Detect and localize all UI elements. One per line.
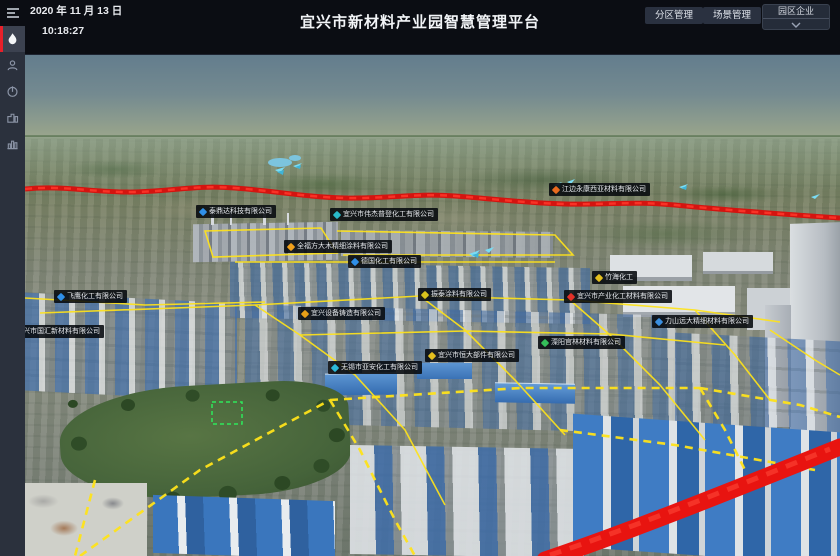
sidebar-item-enterprise[interactable]: [0, 104, 25, 130]
company-label-text: 泰鼎达科技有限公司: [209, 208, 272, 215]
time-text: 10:18:27: [42, 26, 122, 37]
company-label[interactable]: 全福方大木精细涂料有限公司: [284, 240, 392, 253]
park-enterprise-dropdown-label: 园区企业: [763, 5, 829, 19]
left-toolbar: [0, 0, 25, 556]
company-marker-icon: [287, 242, 295, 250]
company-label-text: 江边永康西亚材料有限公司: [562, 186, 646, 193]
highlighted-route-near-dashes: [550, 449, 830, 555]
company-label[interactable]: 宜兴市产业化工材料有限公司: [564, 290, 672, 303]
company-label[interactable]: 江边永康西亚材料有限公司: [549, 183, 650, 196]
company-label-text: 德国化工有限公司: [361, 258, 417, 265]
company-label-text: 兴市国汇新材料有限公司: [25, 328, 100, 335]
company-marker-icon: [655, 317, 663, 325]
factory-icon: [6, 111, 19, 124]
menu-icon: [6, 7, 20, 19]
company-label[interactable]: 宜兴设备铸造有限公司: [298, 307, 385, 320]
company-label-text: 竹海化工: [605, 274, 633, 281]
cyan-marker: [275, 167, 285, 175]
company-label-text: 振泰涂料有限公司: [431, 291, 487, 298]
company-label[interactable]: 振泰涂料有限公司: [418, 288, 491, 301]
company-label-text: 无锡市亚安化工有限公司: [341, 364, 418, 371]
menu-toggle-button[interactable]: [0, 0, 25, 26]
company-label[interactable]: 无锡市亚安化工有限公司: [328, 361, 422, 374]
chevron-down-icon: [763, 19, 829, 30]
bar-chart-icon: [6, 137, 19, 150]
company-label-text: 力山远大精细材料有限公司: [665, 318, 749, 325]
smart-park-platform: 2020 年 11 月 13 日 10:18:27 宜兴市新材料产业园智慧管理平…: [0, 0, 840, 556]
company-label-text: 飞鹰化工有限公司: [67, 293, 123, 300]
sidebar-item-fire[interactable]: [0, 26, 25, 52]
company-label-text: 宜兴市恒大部件有限公司: [438, 352, 515, 359]
company-label[interactable]: 德国化工有限公司: [348, 255, 421, 268]
roads-overlay: [25, 55, 840, 556]
company-label[interactable]: 泰鼎达科技有限公司: [196, 205, 276, 218]
cyan-marker: [485, 247, 494, 253]
company-marker-icon: [421, 290, 429, 298]
cyan-marker: [811, 194, 820, 199]
company-marker-icon: [552, 185, 560, 193]
company-label[interactable]: 竹海化工: [592, 271, 637, 284]
flame-icon: [6, 32, 19, 46]
map-3d-view[interactable]: 泰鼎达科技有限公司 宜兴市伟杰普登化工有限公司 全福方大木精细涂料有限公司 德国…: [25, 55, 840, 556]
park-enterprise-dropdown[interactable]: 园区企业: [762, 4, 830, 30]
cyan-marker: [679, 184, 688, 190]
company-marker-icon: [333, 210, 341, 218]
date-text: 2020 年 11 月 13 日: [30, 6, 122, 17]
company-label-text: 溧阳官林材料有限公司: [551, 339, 621, 346]
selection-box: [212, 402, 242, 424]
company-marker-icon: [567, 292, 575, 300]
company-marker-icon: [351, 257, 359, 265]
cyan-marker: [469, 250, 480, 258]
company-label[interactable]: 宜兴市伟杰普登化工有限公司: [330, 208, 438, 221]
sidebar-item-personnel[interactable]: [0, 52, 25, 78]
company-label[interactable]: 力山远大精细材料有限公司: [652, 315, 753, 328]
company-marker-icon: [57, 292, 65, 300]
company-label[interactable]: 飞鹰化工有限公司: [54, 290, 127, 303]
datetime-display: 2020 年 11 月 13 日 10:18:27: [30, 6, 122, 36]
power-icon: [6, 85, 19, 98]
sidebar-item-energy[interactable]: [0, 78, 25, 104]
company-label[interactable]: 宜兴市恒大部件有限公司: [425, 349, 519, 362]
company-label-text: 宜兴设备铸造有限公司: [311, 310, 381, 317]
company-label-text: 宜兴市产业化工材料有限公司: [577, 293, 668, 300]
company-marker-icon: [301, 309, 309, 317]
top-header-bar: 2020 年 11 月 13 日 10:18:27 宜兴市新材料产业园智慧管理平…: [0, 0, 840, 55]
company-marker-icon: [331, 363, 339, 371]
company-label[interactable]: 兴市国汇新材料有限公司: [25, 325, 104, 338]
user-icon: [6, 59, 19, 72]
company-label-text: 全福方大木精细涂料有限公司: [297, 243, 388, 250]
company-marker-icon: [428, 351, 436, 359]
company-marker-icon: [199, 207, 207, 215]
cyan-marker: [293, 163, 302, 169]
page-title: 宜兴市新材料产业园智慧管理平台: [300, 11, 540, 32]
parcel-outlines: [25, 228, 840, 505]
scene-management-button[interactable]: 场景管理: [703, 7, 761, 24]
zone-management-button[interactable]: 分区管理: [645, 7, 703, 24]
dashed-roads: [75, 388, 840, 556]
company-label-text: 宜兴市伟杰普登化工有限公司: [343, 211, 434, 218]
sidebar-item-statistics[interactable]: [0, 130, 25, 156]
company-marker-icon: [595, 273, 603, 281]
company-marker-icon: [541, 338, 549, 346]
company-label[interactable]: 溧阳官林材料有限公司: [538, 336, 625, 349]
